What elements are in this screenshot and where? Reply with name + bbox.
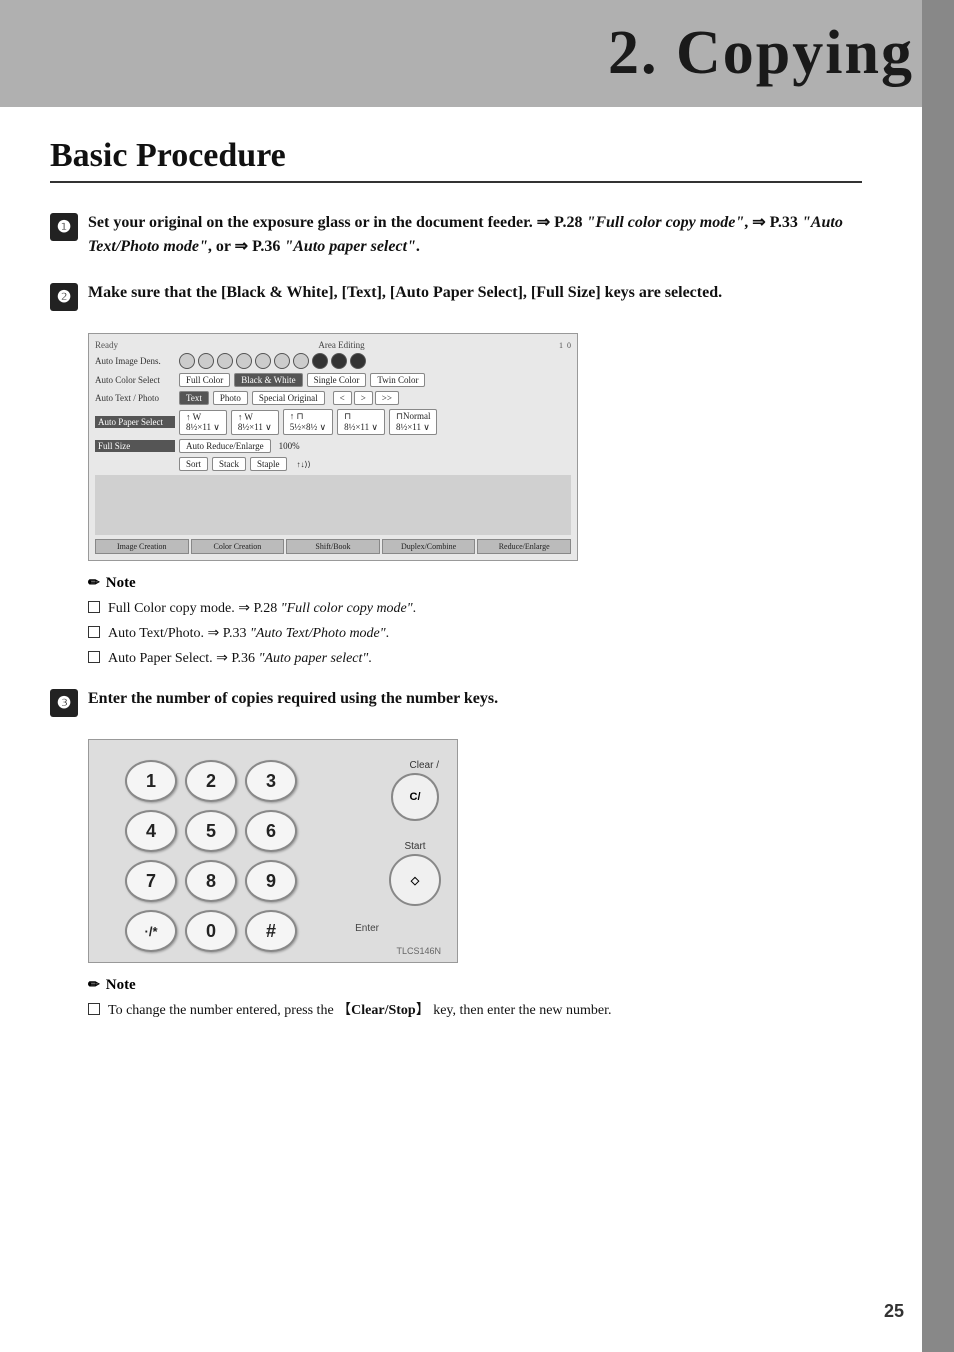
cp-tab-image-creation: Image Creation [95,539,189,554]
note-1-text-1: Full Color copy mode. ⇒ P.28 "Full color… [108,598,416,619]
cp-staple: Staple [250,457,287,471]
note-checkbox-1 [88,601,100,613]
key-hash: # [245,910,297,952]
key-7: 7 [125,860,177,902]
note-2-text-1: To change the number entered, press the … [108,1000,612,1021]
key-8: 8 [185,860,237,902]
main-content: Basic Procedure ❶ Set your original on t… [0,107,922,1079]
note-checkbox-2 [88,626,100,638]
step-1-text: Set your original on the exposure glass … [88,211,862,259]
step-1: ❶ Set your original on the exposure glas… [50,211,862,259]
cp-full-size: Full Size [95,440,175,452]
start-group: Start ◇ [389,841,441,906]
cp-full-size-row: Full Size Auto Reduce/Enlarge 100% [95,439,571,453]
cp-photo: Photo [213,391,248,405]
note-1-title: ✏ Note [88,575,862,592]
right-sidebar-strip [922,0,954,1352]
cp-tab-color-creation: Color Creation [191,539,285,554]
cp-twin-color: Twin Color [370,373,425,387]
note-1-item-2: Auto Text/Photo. ⇒ P.33 "Auto Text/Photo… [88,623,862,644]
cp-tray: ↑↓⟩⟩ [297,460,311,469]
header-bar: 2. Copying [0,0,954,107]
key-9: 9 [245,860,297,902]
cp-auto-paper-select: Auto Paper Select [95,416,175,428]
cp-main-display [95,475,571,535]
cp-paper-select-row: Auto Paper Select ↑ W8½×11 ∨ ↑ W8½×11 ∨ … [95,409,571,435]
cp-arrows: < > >> [333,391,399,405]
note-pencil-icon: ✏ [88,575,100,592]
cp-counters: 10 [559,341,571,350]
step-1-icon: ❶ [50,213,78,241]
note-checkbox-4 [88,1003,100,1015]
cp-tab-duplex-combine: Duplex/Combine [382,539,476,554]
cp-tab-reduce-enlarge: Reduce/Enlarge [477,539,571,554]
enter-label: Enter [355,923,379,934]
step-3-icon: ❸ [50,689,78,717]
page-title: 2. Copying [608,18,914,89]
step-2-text: Make sure that the [Black & White], [Tex… [88,281,722,305]
cp-color-select-row: Auto Color Select Full Color Black & Whi… [95,373,571,387]
cp-black-white: Black & White [234,373,302,387]
note-1-label: Note [106,575,136,592]
cp-circles [179,353,366,369]
cp-text-photo-row: Auto Text / Photo Text Photo Special Ori… [95,391,571,405]
step-2-icon: ❷ [50,283,78,311]
keypad-model: TLCS146N [396,946,441,956]
keypad-image: 1 2 3 4 5 6 7 8 9 ·/* 0 # Clear / C/ Sta… [88,739,458,963]
step-3-text: Enter the number of copies required usin… [88,687,498,711]
cp-ready-label: Ready [95,340,118,350]
note-2-label: Note [106,977,136,994]
cp-percentage: 100% [279,441,300,451]
note-section-2: ✏ Note To change the number entered, pre… [88,977,862,1021]
note-checkbox-3 [88,651,100,663]
cp-auto-reduce-enlarge: Auto Reduce/Enlarge [179,439,271,453]
cp-footer-tabs: Image Creation Color Creation Shift/Book… [95,539,571,554]
cp-single-color: Single Color [307,373,367,387]
note-1-text-3: Auto Paper Select. ⇒ P.36 "Auto paper se… [108,648,372,669]
note-1-item-1: Full Color copy mode. ⇒ P.28 "Full color… [88,598,862,619]
step-2: ❷ Make sure that the [Black & White], [T… [50,281,862,311]
cp-stack: Stack [212,457,246,471]
cp-special-original: Special Original [252,391,325,405]
key-0: 0 [185,910,237,952]
key-star: ·/* [125,910,177,952]
cp-area-editing: Area Editing [318,340,364,350]
step-3: ❸ Enter the number of copies required us… [50,687,862,717]
start-label: Start [389,841,441,852]
key-3: 3 [245,760,297,802]
key-1: 1 [125,760,177,802]
page-number: 25 [884,1301,904,1322]
note-1-text-2: Auto Text/Photo. ⇒ P.33 "Auto Text/Photo… [108,623,389,644]
section-title: Basic Procedure [50,137,862,183]
control-panel-image: Ready Area Editing 10 Auto Image Dens. [88,333,578,561]
key-6: 6 [245,810,297,852]
cp-text: Text [179,391,209,405]
clear-stop-group: Clear / C/ [391,760,439,821]
cp-full-color: Full Color [179,373,230,387]
note-2-item-1: To change the number entered, press the … [88,1000,862,1021]
note-section-1: ✏ Note Full Color copy mode. ⇒ P.28 "Ful… [88,575,862,669]
note-2-title: ✏ Note [88,977,862,994]
cp-sort: Sort [179,457,208,471]
cp-tab-shift-book: Shift/Book [286,539,380,554]
cp-sort-row: Sort Stack Staple ↑↓⟩⟩ [95,457,571,471]
cp-circles-row: Auto Image Dens. [95,353,571,369]
key-5: 5 [185,810,237,852]
note-1-item-3: Auto Paper Select. ⇒ P.36 "Auto paper se… [88,648,862,669]
key-clear-stop: C/ [391,773,439,821]
keypad-right-controls: Clear / C/ Start ◇ [389,760,441,906]
clear-label: Clear / [391,760,439,771]
key-2: 2 [185,760,237,802]
note-pencil-icon-2: ✏ [88,977,100,994]
key-4: 4 [125,810,177,852]
key-start: ◇ [389,854,441,906]
